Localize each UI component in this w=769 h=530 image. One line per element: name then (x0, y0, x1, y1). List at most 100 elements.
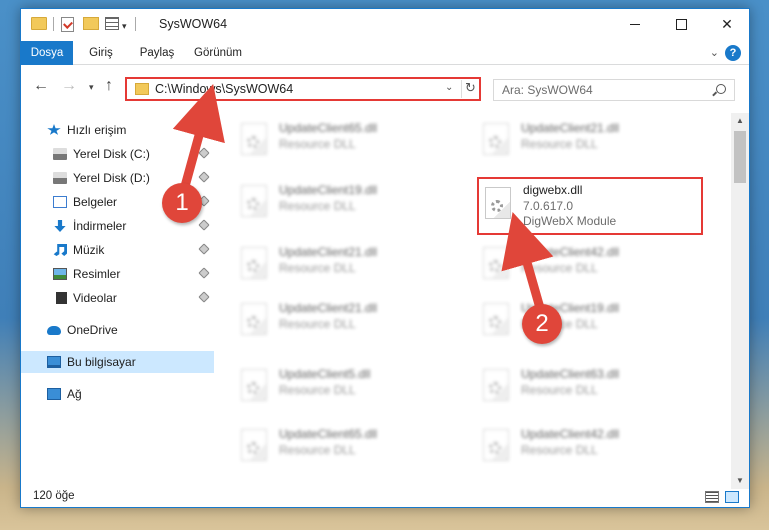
sidebar-item-quick-access[interactable]: Hızlı erişim (21, 119, 214, 141)
file-type: Resource DLL (279, 137, 356, 151)
tiles-view-icon[interactable] (725, 491, 739, 503)
file-type: Resource DLL (279, 261, 356, 275)
address-bar[interactable]: C:\Windows\SysWOW64 ⌄ ↻ (125, 77, 481, 101)
network-icon (47, 388, 61, 400)
tab-file[interactable]: Dosya (21, 41, 73, 65)
sidebar-item-pictures[interactable]: Resimler (21, 263, 214, 285)
chevron-down-icon[interactable]: ▾ (122, 17, 127, 35)
address-path[interactable]: C:\Windows\SysWOW64 (155, 82, 293, 96)
title-bar: ▾ SysWOW64 ✕ (21, 9, 749, 41)
list-item[interactable]: UpdateClient19.dll Resource DLL (473, 297, 703, 343)
sidebar-item-label: Hızlı erişim (67, 123, 127, 137)
dll-file-icon (241, 429, 267, 461)
dll-file-icon (483, 123, 509, 155)
file-version: 7.0.617.0 (523, 199, 574, 213)
sidebar-item-label: Videolar (73, 291, 117, 305)
list-item[interactable]: UpdateClient19.dll Resource DLL (231, 179, 461, 225)
sidebar-item-videos[interactable]: Videolar (21, 287, 214, 309)
ribbon-tabs: Dosya Giriş Paylaş Görünüm ⌄ ? (21, 41, 749, 65)
tab-share[interactable]: Paylaş (133, 41, 181, 65)
explorer-window: ▾ SysWOW64 ✕ Dosya Giriş Paylaş Görünüm … (20, 8, 750, 508)
dll-file-icon (483, 429, 509, 461)
folder-icon[interactable] (31, 17, 47, 30)
dll-file-icon (485, 187, 511, 219)
dll-file-icon (241, 303, 267, 335)
sidebar-item-onedrive[interactable]: OneDrive (21, 319, 214, 341)
pin-icon (198, 219, 210, 231)
scrollbar-thumb[interactable] (734, 131, 746, 183)
file-name: UpdateClient42.dll (521, 427, 620, 441)
view-icon[interactable] (105, 17, 119, 30)
step-2-badge: 2 (522, 304, 562, 344)
dll-file-icon (241, 247, 267, 279)
pin-icon (198, 171, 210, 183)
close-button[interactable]: ✕ (704, 9, 750, 39)
separator (135, 17, 136, 31)
list-item[interactable]: UpdateClient63.dll Resource DLL (473, 363, 703, 409)
sidebar-item-label: Müzik (73, 243, 105, 257)
chevron-down-icon[interactable]: ⌄ (445, 82, 453, 93)
dll-file-icon (241, 185, 267, 217)
list-item[interactable]: UpdateClient42.dll Resource DLL (473, 241, 703, 287)
videos-icon (53, 292, 67, 304)
file-type: Resource DLL (521, 261, 598, 275)
sidebar-item-label: OneDrive (67, 323, 118, 337)
list-item[interactable]: UpdateClient21.dll Resource DLL (231, 297, 461, 343)
pin-icon (198, 147, 210, 159)
folder-icon (135, 83, 149, 95)
help-icon[interactable]: ? (725, 45, 741, 61)
list-item[interactable]: UpdateClient21.dll Resource DLL (473, 117, 703, 163)
maximize-button[interactable] (658, 9, 704, 39)
separator (53, 17, 54, 31)
dll-file-icon (241, 123, 267, 155)
search-icon[interactable] (716, 84, 726, 94)
sidebar-item-network[interactable]: Ağ (21, 383, 214, 405)
pin-icon (198, 291, 210, 303)
sidebar-item-label: İndirmeler (73, 219, 127, 233)
refresh-button[interactable]: ↻ (461, 80, 479, 98)
sidebar-item-this-pc[interactable]: Bu bilgisayar (21, 351, 214, 373)
file-name: UpdateClient21.dll (279, 245, 378, 259)
vertical-scrollbar[interactable]: ▲ ▼ (731, 113, 749, 489)
details-view-icon[interactable] (705, 491, 719, 503)
file-list: UpdateClient65.dll Resource DLL UpdateCl… (217, 113, 729, 481)
sidebar-item-label: Yerel Disk (D:) (73, 171, 150, 185)
expand-ribbon-icon[interactable]: ⌄ (710, 46, 719, 59)
sidebar-item-disk-c[interactable]: Yerel Disk (C:) (21, 143, 214, 165)
navigation-pane: Hızlı erişim Yerel Disk (C:) Yerel Disk … (21, 113, 216, 481)
file-name: UpdateClient21.dll (521, 121, 620, 135)
back-button[interactable]: ← (33, 77, 49, 95)
up-button[interactable]: ↑ (105, 77, 113, 95)
scroll-up-icon[interactable]: ▲ (731, 113, 749, 129)
file-type: Resource DLL (521, 383, 598, 397)
tab-home[interactable]: Giriş (79, 41, 123, 65)
list-item[interactable]: UpdateClient42.dll Resource DLL (473, 423, 703, 469)
list-item[interactable]: UpdateClient5.dll Resource DLL (231, 363, 461, 409)
forward-button[interactable]: → (61, 77, 77, 95)
sidebar-item-music[interactable]: Müzik (21, 239, 214, 261)
search-input[interactable]: Ara: SysWOW64 (493, 79, 735, 101)
file-type: Resource DLL (279, 199, 356, 213)
list-item[interactable]: UpdateClient65.dll Resource DLL (231, 117, 461, 163)
disk-icon (53, 148, 67, 160)
list-item[interactable]: UpdateClient21.dll Resource DLL (231, 241, 461, 287)
file-type: Resource DLL (279, 443, 356, 457)
sidebar-item-label: Resimler (73, 267, 121, 281)
pin-icon (198, 267, 210, 279)
file-name: UpdateClient65.dll (279, 427, 378, 441)
tab-view[interactable]: Görünüm (189, 41, 247, 65)
pin-icon (198, 243, 210, 255)
pictures-icon (53, 268, 67, 280)
file-type: Resource DLL (279, 317, 356, 331)
music-icon (53, 244, 67, 256)
sidebar-item-label: Yerel Disk (C:) (73, 147, 150, 161)
status-bar: 120 öğe (21, 487, 749, 509)
dll-file-icon (241, 369, 267, 401)
highlighted-file-digwebx[interactable]: digwebx.dll 7.0.617.0 DigWebX Module (477, 177, 703, 235)
properties-icon[interactable] (61, 17, 74, 32)
minimize-button[interactable] (612, 9, 658, 39)
documents-icon (53, 196, 67, 208)
new-folder-icon[interactable] (83, 17, 99, 30)
list-item[interactable]: UpdateClient65.dll Resource DLL (231, 423, 461, 469)
recent-locations-button[interactable]: ▾ (89, 82, 94, 93)
